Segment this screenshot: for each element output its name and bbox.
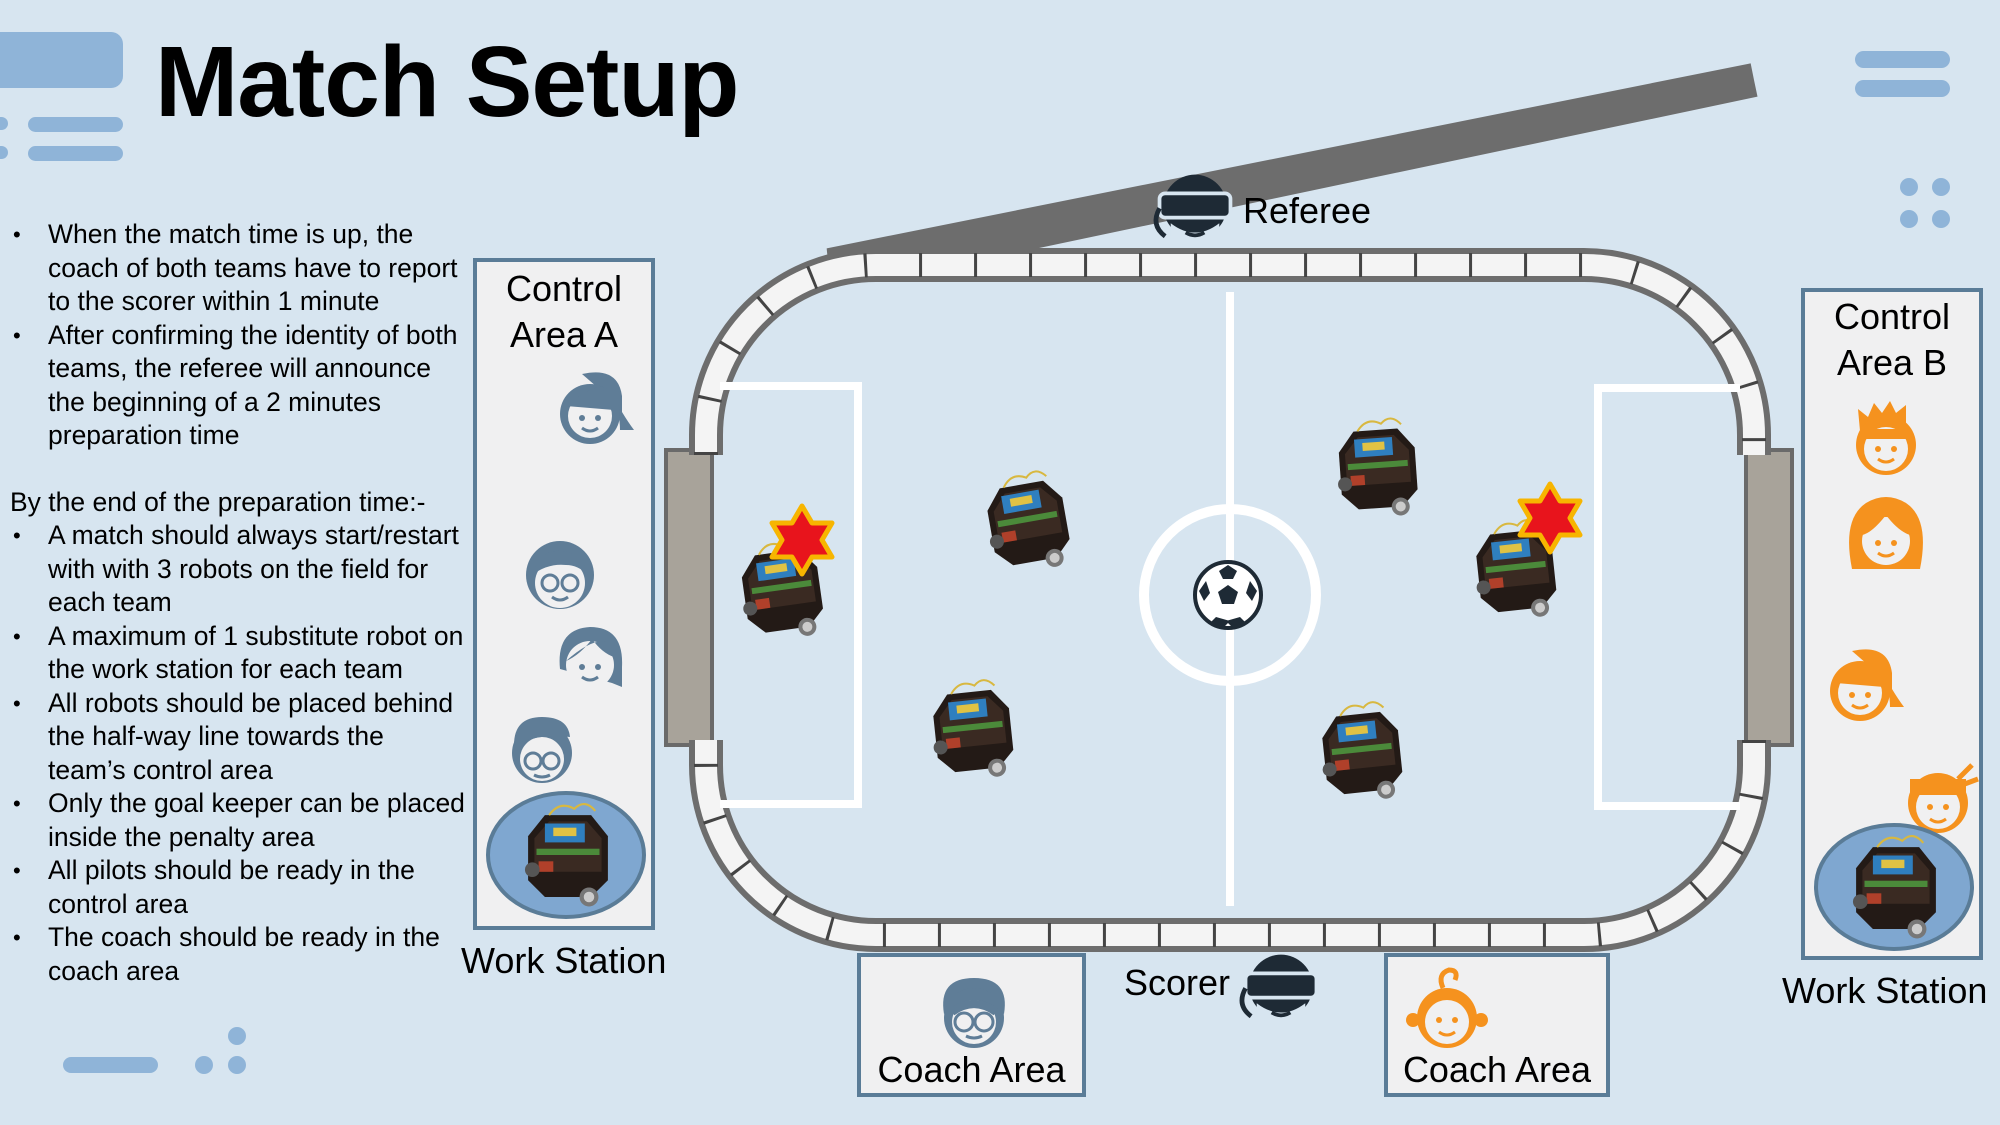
decor-bar <box>1855 80 1950 97</box>
work-station-a-label: Work Station <box>461 940 667 981</box>
scorer-label: Scorer <box>1124 962 1231 1003</box>
rules-subheading: By the end of the preparation time:- <box>10 486 426 517</box>
decor-dot <box>1932 210 1950 228</box>
control-area-b: Control Area B <box>1801 288 1983 960</box>
decor-bar <box>28 146 123 161</box>
person-icon <box>1849 497 1923 569</box>
rule-item: A maximum of 1 substitute robot on the w… <box>10 620 465 687</box>
work-station-b-label: Work Station <box>1782 970 1988 1011</box>
coach-icon <box>1406 967 1488 1048</box>
decor-bar <box>0 32 123 88</box>
decor-dot <box>228 1027 246 1045</box>
rule-item: Only the goal keeper can be placed insid… <box>10 787 465 854</box>
work-station-a <box>486 791 646 919</box>
soccer-ball-icon <box>1193 560 1263 630</box>
decor-dot <box>1900 210 1918 228</box>
rule-item: After confirming the identity of both te… <box>10 319 465 453</box>
decor-dot <box>1932 178 1950 196</box>
decor-bar <box>0 146 8 159</box>
coach-area-a-label: Coach Area <box>877 1049 1066 1090</box>
rules-list-2: A match should always start/restart with… <box>10 519 465 988</box>
referee-icon <box>1150 170 1240 254</box>
decor-dot <box>228 1056 246 1074</box>
referee-label: Referee <box>1243 190 1372 231</box>
control-area-a-title: Control Area A <box>505 268 623 355</box>
decor-dot <box>1900 178 1918 196</box>
decor-dot <box>195 1056 213 1074</box>
decor-bar <box>63 1057 158 1073</box>
person-icon <box>1830 649 1904 721</box>
coach-icon <box>943 978 1005 1048</box>
person-icon <box>559 627 623 689</box>
rule-item: When the match time is up, the coach of … <box>10 218 465 319</box>
rule-item: All pilots should be ready in the contro… <box>10 854 465 921</box>
goal-right <box>1744 448 1794 747</box>
decor-bar <box>28 117 123 132</box>
person-icon <box>1856 401 1916 475</box>
control-area-b-title: Control Area B <box>1833 296 1951 383</box>
person-icon <box>560 372 634 444</box>
rules-text: When the match time is up, the coach of … <box>10 218 465 988</box>
page-title: Match Setup <box>155 26 739 138</box>
rule-item: A match should always start/restart with… <box>10 519 465 620</box>
scorer-icon <box>1236 950 1326 1034</box>
coach-area-a: Coach Area <box>857 953 1086 1097</box>
person-icon <box>526 541 594 609</box>
person-icon <box>512 717 572 783</box>
decor-bar <box>1855 51 1950 68</box>
goal-left <box>664 448 714 747</box>
work-station-b <box>1814 823 1974 951</box>
decor-bar <box>0 117 8 130</box>
control-area-a: Control Area A <box>473 258 655 930</box>
rule-item: The coach should be ready in the coach a… <box>10 921 465 988</box>
soccer-field <box>664 63 1794 952</box>
rule-item: All robots should be placed behind the h… <box>10 687 465 788</box>
coach-area-b-label: Coach Area <box>1402 1049 1592 1090</box>
rules-list-1: When the match time is up, the coach of … <box>10 218 465 453</box>
coach-area-b: Coach Area <box>1384 953 1610 1097</box>
